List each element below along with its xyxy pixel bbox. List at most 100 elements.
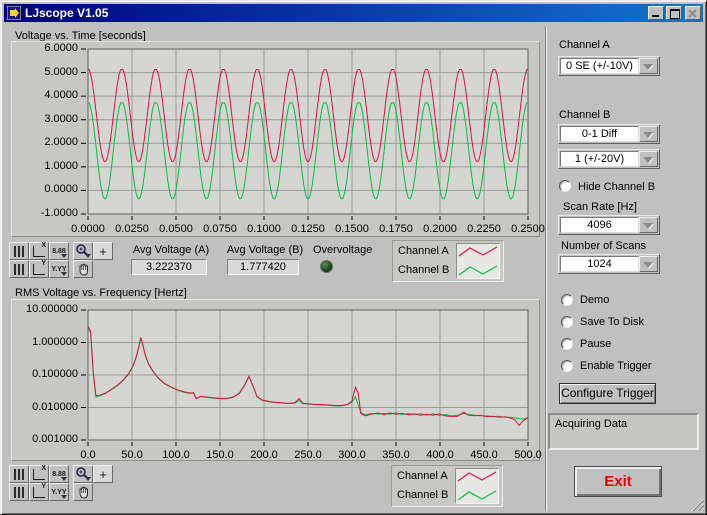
y-format-button[interactable]: Y.YY bbox=[49, 260, 69, 278]
exit-button[interactable]: Exit bbox=[574, 466, 662, 497]
x-format-button[interactable]: 8.88 bbox=[49, 465, 69, 483]
avg-voltage-b-label: Avg Voltage (B) bbox=[223, 244, 307, 256]
autoscale-y-button[interactable]: Y bbox=[29, 260, 49, 278]
freq-chart-plot[interactable] bbox=[81, 307, 531, 452]
close-icon bbox=[686, 8, 700, 20]
channel-b-range-select[interactable]: 1 (+/-20V) bbox=[558, 149, 660, 169]
dropdown-corner-icon bbox=[61, 254, 67, 258]
configure-trigger-button[interactable]: Configure Trigger bbox=[559, 383, 656, 404]
pause-radio[interactable] bbox=[561, 338, 573, 350]
enable-trigger-radio[interactable] bbox=[561, 360, 573, 372]
channel-b-label: Channel B bbox=[559, 109, 610, 121]
hand-icon bbox=[76, 485, 91, 500]
autoscale-x-button[interactable]: X bbox=[29, 242, 49, 260]
freq-chart-title: RMS Voltage vs. Frequency [Hertz] bbox=[15, 287, 187, 299]
dropdown-corner-icon bbox=[85, 477, 91, 481]
dropdown-corner-icon bbox=[61, 495, 67, 499]
chevron-down-icon bbox=[643, 157, 653, 163]
scan-rate-value: 4096 bbox=[560, 217, 639, 233]
scale-lock-icon bbox=[14, 469, 25, 480]
x-format-button[interactable]: 8.88 bbox=[49, 242, 69, 260]
channel-b-mode-dropdown-button[interactable] bbox=[639, 126, 658, 142]
number-of-scans-value: 1024 bbox=[560, 256, 639, 272]
freq-zoom-palette: + bbox=[73, 465, 113, 501]
save-to-disk-radio[interactable] bbox=[561, 316, 573, 328]
autoscale-y-button[interactable]: Y bbox=[29, 483, 49, 501]
zoom-button[interactable] bbox=[73, 465, 93, 483]
channel-a-dropdown-button[interactable] bbox=[639, 58, 658, 74]
resize-grip[interactable] bbox=[688, 495, 704, 511]
scale-lock-x-button[interactable] bbox=[9, 242, 29, 260]
autoscale-x-button[interactable]: X bbox=[29, 465, 49, 483]
crosshair-icon: + bbox=[99, 244, 107, 259]
number-of-scans-select[interactable]: 1024 bbox=[558, 254, 660, 274]
demo-radio[interactable] bbox=[561, 294, 573, 306]
enable-trigger-label: Enable Trigger bbox=[580, 360, 652, 372]
avg-voltage-a-label: Avg Voltage (A) bbox=[127, 244, 215, 256]
autoscale-y-icon: Y bbox=[33, 264, 45, 275]
pause-label: Pause bbox=[580, 338, 611, 350]
scan-rate-dropdown-button[interactable] bbox=[639, 217, 658, 233]
scale-lock-y-button[interactable] bbox=[9, 260, 29, 278]
channel-a-select[interactable]: 0 SE (+/-10V) bbox=[558, 56, 660, 76]
channel-b-range-dropdown-button[interactable] bbox=[639, 151, 658, 167]
number-of-scans-label: Number of Scans bbox=[561, 240, 646, 252]
y-axis-tick-label: 10.000000 bbox=[8, 303, 78, 315]
window-title: LJscope V1.05 bbox=[25, 6, 108, 20]
scale-lock-x-button[interactable] bbox=[9, 465, 29, 483]
legend-channel-a-label: Channel A bbox=[397, 470, 448, 482]
legend-channel-b-label: Channel B bbox=[397, 489, 448, 501]
y-axis-tick-label: 0.0000 bbox=[8, 183, 78, 195]
y-axis-tick-label: 3.0000 bbox=[8, 113, 78, 125]
dropdown-corner-icon bbox=[61, 272, 67, 276]
pan-tool-button[interactable] bbox=[73, 483, 93, 501]
crosshair-icon: + bbox=[99, 467, 107, 482]
y-axis-tick-label: 5.0000 bbox=[8, 66, 78, 78]
status-display: Acquiring Data bbox=[548, 413, 699, 450]
legend-line-samples[interactable] bbox=[455, 468, 499, 504]
scale-lock-y-button[interactable] bbox=[9, 483, 29, 501]
chevron-down-icon bbox=[643, 64, 653, 70]
autoscale-x-icon: X bbox=[33, 246, 45, 257]
hand-icon bbox=[76, 262, 91, 277]
save-to-disk-label: Save To Disk bbox=[580, 316, 644, 328]
crosshair-tool-button[interactable]: + bbox=[93, 242, 113, 260]
channel-a-label: Channel A bbox=[559, 39, 610, 51]
labview-app-icon bbox=[7, 6, 21, 20]
close-button[interactable] bbox=[685, 6, 701, 20]
chevron-down-icon bbox=[643, 132, 653, 138]
panel-separator bbox=[545, 26, 547, 511]
maximize-icon bbox=[670, 9, 680, 19]
y-axis-tick-label: 4.0000 bbox=[8, 89, 78, 101]
hide-channel-b-radio[interactable] bbox=[559, 180, 571, 192]
time-zoom-palette: + bbox=[73, 242, 113, 278]
maximize-button[interactable] bbox=[666, 6, 682, 20]
app-window: LJscope V1.05 Voltage vs. Time [seconds]… bbox=[0, 0, 707, 515]
dropdown-corner-icon bbox=[85, 254, 91, 258]
zoom-button[interactable] bbox=[73, 242, 93, 260]
time-graph-palette: X 8.88 Y Y.YY bbox=[9, 242, 69, 278]
y-axis-tick-label: 1.0000 bbox=[8, 160, 78, 172]
autoscale-x-icon: X bbox=[33, 469, 45, 480]
legend-line-samples[interactable] bbox=[456, 243, 500, 279]
channel-b-range-value: 1 (+/-20V) bbox=[560, 151, 639, 167]
number-of-scans-dropdown-button[interactable] bbox=[639, 256, 658, 272]
time-chart-plot[interactable] bbox=[81, 46, 531, 226]
y-format-button[interactable]: Y.YY bbox=[49, 483, 69, 501]
y-axis-tick-label: 0.010000 bbox=[8, 401, 78, 413]
y-axis-tick-label: 0.100000 bbox=[8, 368, 78, 380]
crosshair-tool-button[interactable]: + bbox=[93, 465, 113, 483]
scan-rate-select[interactable]: 4096 bbox=[558, 215, 660, 235]
scale-lock-icon bbox=[14, 264, 25, 275]
x-axis-tick-label: 500.0 bbox=[500, 449, 556, 461]
legend-channel-b-label: Channel B bbox=[398, 264, 449, 276]
demo-label: Demo bbox=[580, 294, 609, 306]
legend-channel-a-label: Channel A bbox=[398, 245, 449, 257]
pan-tool-button[interactable] bbox=[73, 260, 93, 278]
y-axis-tick-label: 6.0000 bbox=[8, 42, 78, 54]
freq-graph-palette: X 8.88 Y Y.YY bbox=[9, 465, 69, 501]
title-bar[interactable]: LJscope V1.05 bbox=[4, 4, 703, 22]
avg-voltage-a-value: 3.222370 bbox=[131, 259, 207, 275]
channel-b-mode-select[interactable]: 0-1 Diff bbox=[558, 124, 660, 144]
minimize-button[interactable] bbox=[648, 6, 664, 20]
